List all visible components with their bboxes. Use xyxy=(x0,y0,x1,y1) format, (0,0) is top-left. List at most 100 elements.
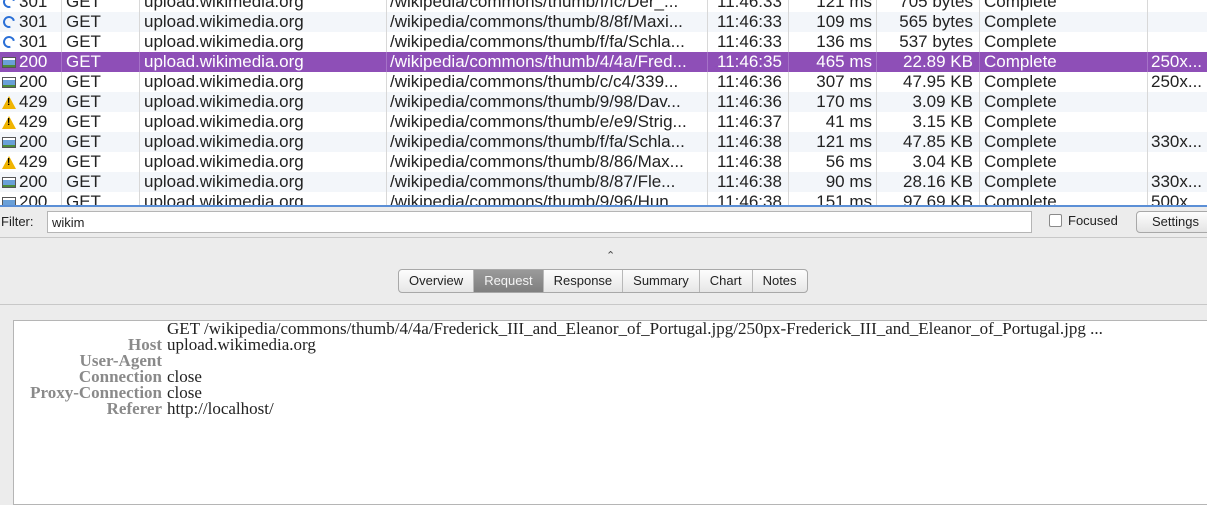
table-row[interactable]: 301 GET upload.wikimedia.org/wikipedia/com… xyxy=(0,12,1207,32)
status-cell: Complete xyxy=(980,32,1148,52)
tab-chart[interactable]: Chart xyxy=(700,270,753,292)
requests-table[interactable]: 301 GET upload.wikimedia.org/wikipedia/com… xyxy=(0,0,1207,207)
duration-cell: 170 ms xyxy=(789,92,877,112)
path-cell: /wikipedia/commons/thumb/9/96/Hun... xyxy=(387,192,708,205)
method-cell: GET xyxy=(62,0,140,12)
host-cell: upload.wikimedia.org xyxy=(140,152,387,172)
duration-cell: 90 ms xyxy=(789,172,877,192)
tab-notes[interactable]: Notes xyxy=(753,270,807,292)
table-row[interactable]: 429GETupload.wikimedia.org/wikipedia/com… xyxy=(0,112,1207,132)
info-cell: 330x... xyxy=(1151,172,1203,191)
row-icon-cell xyxy=(0,52,18,72)
image-icon xyxy=(2,136,16,148)
status-cell: Complete xyxy=(980,0,1148,12)
table-row[interactable]: 200 GET upload.wikimedia.org/wikipedia/com… xyxy=(0,132,1207,152)
size-cell: 3.09 KB xyxy=(877,92,980,112)
split-handle-icon[interactable]: ⌃ xyxy=(606,249,615,262)
header-row: Referer http://localhost/ xyxy=(14,399,1204,418)
table-row[interactable]: 200 GET upload.wikimedia.org/wikipedia/com… xyxy=(0,172,1207,192)
info-cell: 250x... xyxy=(1151,72,1203,91)
status-cell: Complete xyxy=(980,72,1148,92)
tab-response[interactable]: Response xyxy=(544,270,624,292)
filter-input[interactable] xyxy=(47,211,1032,233)
method-cell: GET xyxy=(62,12,140,32)
method-cell: GET xyxy=(62,152,140,172)
size-cell: 97.69 KB xyxy=(877,192,980,205)
image-icon xyxy=(2,176,16,188)
table-row[interactable]: 429GETupload.wikimedia.org/wikipedia/com… xyxy=(0,152,1207,172)
redirect-icon xyxy=(0,0,18,11)
row-icon-cell xyxy=(0,192,18,205)
duration-cell: 109 ms xyxy=(789,12,877,32)
host-cell: upload.wikimedia.org xyxy=(140,132,387,152)
table-row[interactable]: 200 GET upload.wikimedia.org/wikipedia/com… xyxy=(0,72,1207,92)
info-cell xyxy=(1148,92,1207,112)
start-time-cell: 11:46:33 xyxy=(708,32,789,52)
host-cell: upload.wikimedia.org xyxy=(140,12,387,32)
table-row[interactable]: 301 GET upload.wikimedia.org/wikipedia/com… xyxy=(0,0,1207,12)
table-row[interactable]: 200 GET upload.wikimedia.org/wikipedia/com… xyxy=(0,52,1207,72)
start-time-cell: 11:46:33 xyxy=(708,12,789,32)
duration-cell: 136 ms xyxy=(789,32,877,52)
path-cell: /wikipedia/commons/thumb/9/98/Dav... xyxy=(387,92,708,112)
focused-checkbox[interactable] xyxy=(1049,214,1062,227)
redirect-icon xyxy=(0,33,18,51)
size-cell: 28.16 KB xyxy=(877,172,980,192)
table-row[interactable]: 301 GET upload.wikimedia.org/wikipedia/com… xyxy=(0,32,1207,52)
size-cell: 47.95 KB xyxy=(877,72,980,92)
size-cell: 3.15 KB xyxy=(877,112,980,132)
row-icon-cell xyxy=(0,152,18,172)
start-time-cell: 11:46:38 xyxy=(708,132,789,152)
settings-button[interactable]: Settings xyxy=(1136,211,1207,233)
tab-summary[interactable]: Summary xyxy=(623,270,700,292)
detail-tabs: Overview Request Response Summary Chart Notes xyxy=(398,269,808,293)
path-cell: /wikipedia/commons/thumb/f/fa/Schla... xyxy=(387,132,708,152)
header-row: Host upload.wikimedia.org xyxy=(14,336,1204,353)
duration-cell: 121 ms xyxy=(789,132,877,152)
host-cell: upload.wikimedia.org xyxy=(140,112,387,132)
request-detail-panel: GET /wikipedia/commons/thumb/4/4a/Freder… xyxy=(13,320,1207,505)
table-row[interactable]: 429GETupload.wikimedia.org/wikipedia/com… xyxy=(0,92,1207,112)
size-cell: 22.89 KB xyxy=(877,52,980,72)
start-time-cell: 11:46:37 xyxy=(708,112,789,132)
start-time-cell: 11:46:33 xyxy=(708,0,789,12)
host-cell: upload.wikimedia.org xyxy=(140,192,387,205)
method-cell: GET xyxy=(62,92,140,112)
start-time-cell: 11:46:36 xyxy=(708,92,789,112)
info-cell xyxy=(1148,32,1207,52)
duration-cell: 56 ms xyxy=(789,152,877,172)
status-code-cell: 301 xyxy=(18,0,62,12)
row-icon-cell xyxy=(0,72,18,92)
detail-area: GET /wikipedia/commons/thumb/4/4a/Freder… xyxy=(0,304,1207,505)
status-code-cell: 200 xyxy=(18,132,62,152)
method-cell: GET xyxy=(62,72,140,92)
start-time-cell: 11:46:38 xyxy=(708,192,789,205)
info-cell xyxy=(1148,112,1207,132)
status-code-cell: 200 xyxy=(18,172,62,192)
status-cell: Complete xyxy=(980,192,1148,205)
info-cell: 250x... xyxy=(1151,52,1203,71)
status-code-cell: 301 xyxy=(18,12,62,32)
status-code-cell: 200 xyxy=(18,72,62,92)
row-icon-cell xyxy=(0,92,18,112)
info-cell xyxy=(1148,0,1207,12)
status-cell: Complete xyxy=(980,112,1148,132)
host-cell: upload.wikimedia.org xyxy=(140,172,387,192)
table-row[interactable]: 200 GET upload.wikimedia.org/wikipedia/com… xyxy=(0,192,1207,205)
image-icon xyxy=(2,76,16,88)
method-cell: GET xyxy=(62,32,140,52)
tab-request[interactable]: Request xyxy=(474,270,544,292)
status-code-cell: 429 xyxy=(18,92,62,112)
row-icon-cell xyxy=(0,112,18,132)
tab-overview[interactable]: Overview xyxy=(399,270,475,292)
row-icon-cell xyxy=(0,132,18,152)
duration-cell: 465 ms xyxy=(789,52,877,72)
method-cell: GET xyxy=(62,112,140,132)
method-cell: GET xyxy=(62,132,140,152)
header-value: http://localhost/ xyxy=(167,399,274,418)
redirect-icon xyxy=(0,13,18,31)
focused-label[interactable]: Focused xyxy=(1068,213,1118,228)
row-icon-cell xyxy=(0,32,18,52)
size-cell: 565 bytes xyxy=(877,12,980,32)
start-time-cell: 11:46:36 xyxy=(708,72,789,92)
